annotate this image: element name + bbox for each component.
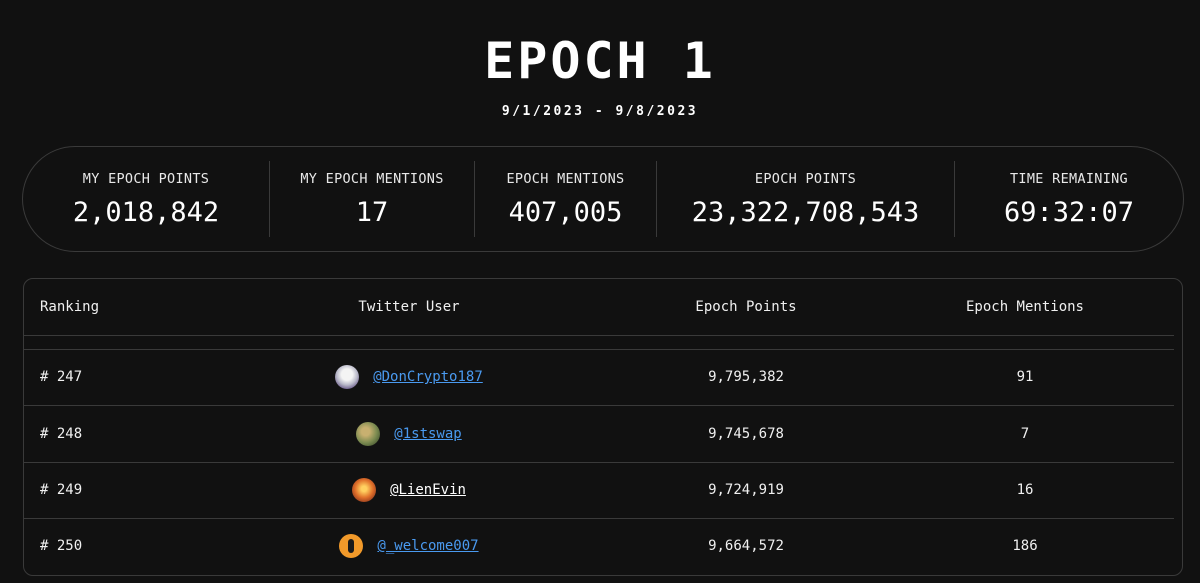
leaderboard-table: Ranking Twitter User Epoch Points Epoch … (23, 278, 1183, 576)
stat-label: MY EPOCH MENTIONS (300, 171, 444, 187)
stat-label: TIME REMAINING (1010, 171, 1128, 187)
avatar (356, 422, 381, 446)
points-cell: 9,664,572 (708, 538, 784, 554)
column-header-ranking[interactable]: Ranking (40, 299, 99, 315)
stat-value: 17 (355, 197, 389, 228)
rank-cell: # 250 (40, 538, 83, 554)
column-header-epoch-points[interactable]: Epoch Points (644, 299, 848, 315)
mentions-cell: 91 (1016, 369, 1034, 385)
avatar (352, 478, 377, 502)
user-cell: @1stswap (272, 422, 546, 450)
column-header-twitter-user[interactable]: Twitter User (272, 299, 546, 315)
twitter-user-link[interactable]: @1stswap (394, 426, 461, 442)
avatar (335, 365, 360, 389)
table-header: Ranking Twitter User Epoch Points Epoch … (24, 279, 1174, 336)
table-row: # 247 @DonCrypto187 9,795,382 91 (24, 350, 1174, 406)
twitter-user-link[interactable]: @_welcome007 (377, 538, 478, 554)
stat-epoch-points: EPOCH POINTS 23,322,708,543 (656, 161, 954, 237)
stats-bar: MY EPOCH POINTS 2,018,842 MY EPOCH MENTI… (22, 146, 1184, 252)
stat-label: EPOCH POINTS (754, 171, 857, 187)
stat-my-epoch-points: MY EPOCH POINTS 2,018,842 (23, 161, 269, 237)
stat-value: 69:32:07 (1003, 197, 1135, 228)
rank-cell: # 247 (40, 369, 83, 385)
points-cell: 9,724,919 (708, 482, 784, 498)
table-row: # 249 @LienEvin 9,724,919 16 (24, 463, 1174, 519)
epoch-page: EPOCH 1 9/1/2023 - 9/8/2023 MY EPOCH POI… (0, 0, 1200, 583)
mentions-cell: 186 (1012, 538, 1038, 554)
column-header-epoch-mentions[interactable]: Epoch Mentions (924, 299, 1126, 315)
points-cell: 9,745,678 (708, 426, 784, 442)
mentions-cell: 7 (1020, 426, 1030, 442)
rank-cell: # 248 (40, 426, 83, 442)
stat-label: EPOCH MENTIONS (506, 171, 625, 187)
user-cell: @DonCrypto187 (272, 365, 546, 393)
stat-value: 407,005 (508, 197, 623, 228)
stat-value: 23,322,708,543 (691, 197, 920, 228)
table-row: # 248 @1stswap 9,745,678 7 (24, 407, 1174, 463)
stat-value: 2,018,842 (72, 197, 220, 228)
stat-label: MY EPOCH POINTS (82, 171, 210, 187)
twitter-user-link[interactable]: @LienEvin (390, 482, 466, 498)
twitter-user-link[interactable]: @DonCrypto187 (373, 369, 483, 385)
stat-epoch-mentions: EPOCH MENTIONS 407,005 (474, 161, 656, 237)
user-cell: @LienEvin (272, 478, 546, 506)
stat-my-epoch-mentions: MY EPOCH MENTIONS 17 (269, 161, 474, 237)
table-row: # 250 @_welcome007 9,664,572 186 (24, 519, 1174, 575)
user-cell: @_welcome007 (272, 534, 546, 562)
epoch-date-range: 9/1/2023 - 9/8/2023 (501, 104, 699, 119)
stat-time-remaining: TIME REMAINING 69:32:07 (954, 161, 1183, 237)
rank-cell: # 249 (40, 482, 83, 498)
page-title: EPOCH 1 (484, 32, 716, 90)
avatar (339, 534, 364, 558)
mentions-cell: 16 (1016, 482, 1034, 498)
points-cell: 9,795,382 (708, 369, 784, 385)
